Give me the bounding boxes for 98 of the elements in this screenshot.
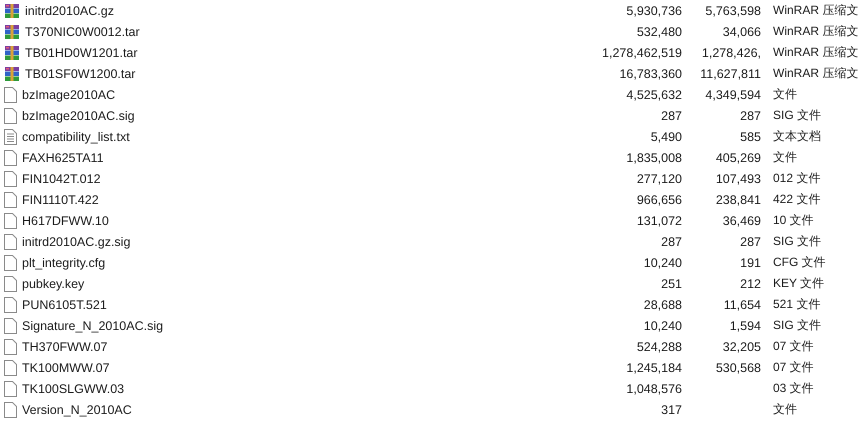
- file-name[interactable]: Version_N_2010AC: [22, 402, 132, 416]
- file-type: 521 文件: [772, 296, 822, 313]
- file-size: 5,930,736: [626, 4, 682, 18]
- packed-size: 287: [740, 108, 761, 122]
- packed-size: 34,066: [722, 24, 761, 38]
- packed-size: 11,627,811: [700, 66, 761, 80]
- file-size: 131,072: [636, 214, 682, 228]
- file-name[interactable]: TK100MWW.07: [22, 360, 110, 374]
- file-type: KEY 文件: [772, 275, 826, 292]
- file-icon: [4, 254, 17, 270]
- packed-size: 107,493: [716, 172, 761, 186]
- file-size: 4,525,632: [626, 88, 682, 102]
- file-name[interactable]: initrd2010AC.gz: [25, 4, 114, 18]
- file-icon: [4, 402, 17, 418]
- file-icon: [4, 150, 17, 166]
- file-type: WinRAR 压缩文: [772, 23, 860, 40]
- file-name[interactable]: bzImage2010AC.sig: [22, 108, 135, 122]
- archive-icon: [4, 2, 20, 18]
- file-name[interactable]: plt_integrity.cfg: [22, 256, 106, 270]
- file-name[interactable]: FIN1042T.012: [22, 172, 101, 186]
- file-size: 524,288: [636, 340, 682, 354]
- archive-icon: [4, 66, 20, 82]
- file-name[interactable]: PUN6105T.521: [22, 298, 107, 312]
- file-type: CFG 文件: [772, 254, 827, 271]
- file-icon: [4, 338, 17, 354]
- file-size: 5,490: [650, 130, 682, 144]
- packed-size: 5,763,598: [705, 4, 761, 18]
- file-name[interactable]: FAXH625TA11: [22, 150, 104, 164]
- file-size: 532,480: [636, 24, 682, 38]
- file-size: 251: [661, 276, 682, 290]
- file-name[interactable]: FIN1110T.422: [22, 192, 99, 206]
- file-name[interactable]: TB01HD0W1201.tar: [25, 46, 138, 60]
- file-size: 317: [661, 402, 682, 416]
- file-type: SIG 文件: [772, 317, 822, 334]
- file-size: 966,656: [636, 192, 682, 206]
- file-icon: [4, 212, 17, 228]
- file-name[interactable]: initrd2010AC.gz.sig: [22, 234, 130, 248]
- file-size: 10,240: [644, 256, 682, 270]
- packed-size: 32,205: [722, 340, 761, 354]
- file-name[interactable]: TB01SF0W1200.tar: [25, 66, 136, 80]
- archive-icon: [4, 44, 20, 60]
- file-icon: [4, 192, 17, 208]
- file-type: 文件: [772, 149, 798, 166]
- file-size: 287: [661, 108, 682, 122]
- file-icon: [4, 86, 17, 102]
- file-type: WinRAR 压缩文: [772, 2, 860, 19]
- file-size: 287: [661, 234, 682, 248]
- packed-size: 212: [740, 276, 761, 290]
- file-name[interactable]: TK100SLGWW.03: [22, 382, 124, 396]
- packed-size: 287: [740, 234, 761, 248]
- packed-size: 530,568: [716, 360, 761, 374]
- file-name[interactable]: H617DFWW.10: [22, 214, 109, 228]
- packed-size: 11,654: [724, 298, 761, 312]
- file-size: 16,783,360: [619, 66, 682, 80]
- file-icon: [4, 108, 17, 124]
- packed-size: 1,594: [730, 318, 761, 332]
- file-name[interactable]: T370NIC0W0012.tar: [25, 24, 140, 38]
- file-name[interactable]: TH370FWW.07: [22, 340, 108, 354]
- file-icon: [4, 380, 17, 396]
- file-icon: [4, 360, 17, 376]
- file-name[interactable]: pubkey.key: [22, 276, 84, 290]
- archive-icon: [4, 24, 20, 40]
- file-size: 10,240: [644, 318, 682, 332]
- file-type: 422 文件: [772, 191, 822, 208]
- file-icon: [4, 318, 17, 334]
- file-type: 07 文件: [772, 359, 815, 376]
- file-type: SIG 文件: [772, 107, 822, 124]
- file-name[interactable]: Signature_N_2010AC.sig: [22, 318, 164, 332]
- file-type: SIG 文件: [772, 233, 822, 250]
- packed-size: 1,278,426,: [702, 46, 761, 60]
- file-type: 文件: [772, 401, 798, 418]
- packed-size: 4,349,594: [705, 88, 761, 102]
- file-type: 03 文件: [772, 380, 815, 397]
- file-size: 1,048,576: [626, 382, 682, 396]
- packed-size: 238,841: [716, 192, 761, 206]
- packed-size: 36,469: [722, 214, 761, 228]
- file-type: 10 文件: [772, 212, 815, 229]
- file-icon: [4, 276, 17, 292]
- file-size: 28,688: [644, 298, 682, 312]
- file-size: 1,278,462,519: [602, 46, 682, 60]
- packed-size: 585: [740, 130, 761, 144]
- file-type: 文件: [772, 86, 798, 103]
- packed-size: 191: [740, 256, 761, 270]
- packed-size: 405,269: [716, 150, 761, 164]
- file-icon: [4, 296, 17, 312]
- file-icon: [4, 234, 17, 250]
- text-document-icon: [4, 128, 17, 144]
- file-type: 07 文件: [772, 338, 815, 355]
- file-type: WinRAR 压缩文: [772, 65, 860, 82]
- file-name[interactable]: bzImage2010AC: [22, 88, 116, 102]
- file-type: 012 文件: [772, 170, 822, 187]
- file-size: 277,120: [636, 172, 682, 186]
- file-icon: [4, 170, 17, 186]
- file-type: WinRAR 压缩文: [772, 44, 860, 61]
- file-name[interactable]: compatibility_list.txt: [22, 130, 130, 144]
- file-type: 文本文档: [772, 128, 822, 145]
- file-size: 1,835,008: [626, 150, 682, 164]
- file-size: 1,245,184: [626, 360, 682, 374]
